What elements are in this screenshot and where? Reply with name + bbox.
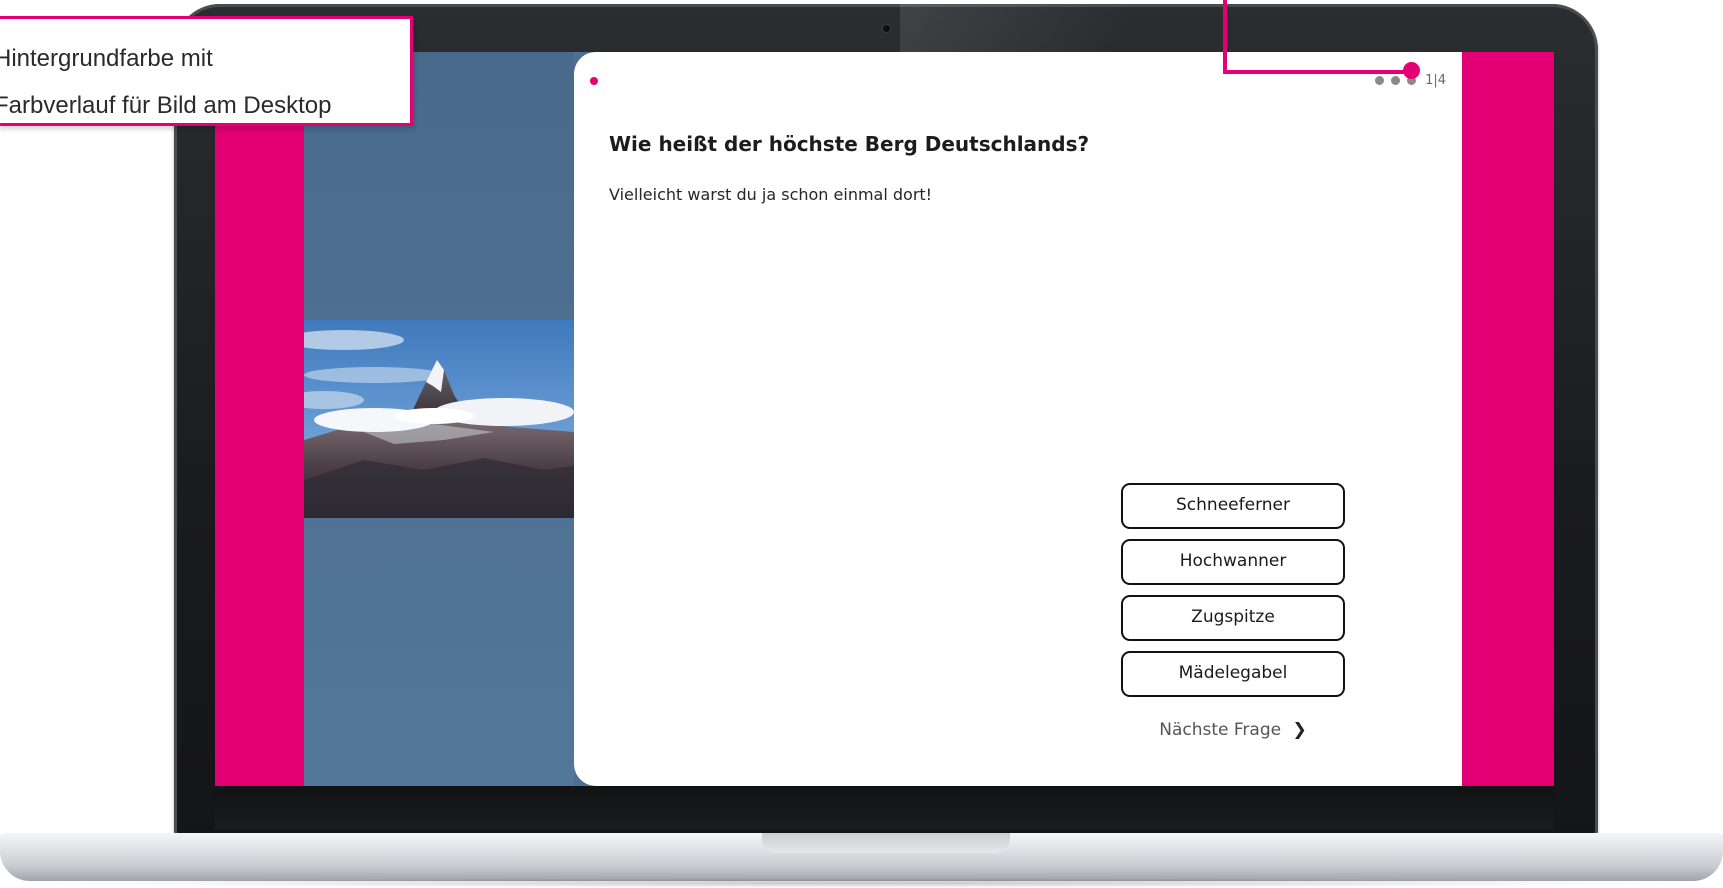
answer-button[interactable]: Mädelegabel: [1121, 651, 1345, 697]
answer-list: Schneeferner Hochwanner Zugspitze Mädele…: [1121, 483, 1345, 707]
chevron-right-icon: ❯: [1292, 720, 1307, 740]
question-title: Wie heißt der höchste Berg Deutschlands?: [609, 132, 1090, 156]
answer-button[interactable]: Schneeferner: [1121, 483, 1345, 529]
progress-dot: [1375, 75, 1385, 85]
progress-dot: [1391, 75, 1401, 85]
annotation-line-2: Farbverlauf für Bild am Desktop: [0, 92, 332, 119]
camera-icon: [883, 25, 890, 32]
quiz-card: 1|4 Wie heißt der höchste Berg Deutschla…: [574, 52, 1464, 786]
annotation-leader-dot: [1403, 62, 1420, 79]
accent-dot: [590, 77, 598, 85]
progress-count: 1|4: [1425, 72, 1446, 88]
magenta-side-bar-left: [215, 52, 304, 786]
next-question-label: Nächste Frage: [1159, 720, 1282, 740]
next-question-link[interactable]: Nächste Frage ❯: [1121, 720, 1345, 740]
magenta-side-bar-right: [1462, 52, 1554, 786]
annotation-leader-line: [1223, 0, 1227, 74]
laptop-screen: 1|4 Wie heißt der höchste Berg Deutschla…: [215, 52, 1554, 786]
question-subtitle: Vielleicht warst du ja schon einmal dort…: [609, 185, 933, 204]
lid-reflection: [900, 4, 1220, 52]
laptop-base-notch: [762, 833, 1010, 853]
annotation-text: Hintergrundfarbe mit Farbverlauf für Bil…: [0, 35, 394, 129]
answer-button[interactable]: Zugspitze: [1121, 595, 1345, 641]
annotation-line-1: Hintergrundfarbe mit: [0, 45, 213, 72]
mountain-image: [304, 320, 574, 518]
screen-bezel-bottom: [215, 786, 1554, 830]
laptop-shadow: [40, 878, 1680, 888]
annotation-leader-line: [1223, 70, 1412, 74]
answer-button[interactable]: Hochwanner: [1121, 539, 1345, 585]
